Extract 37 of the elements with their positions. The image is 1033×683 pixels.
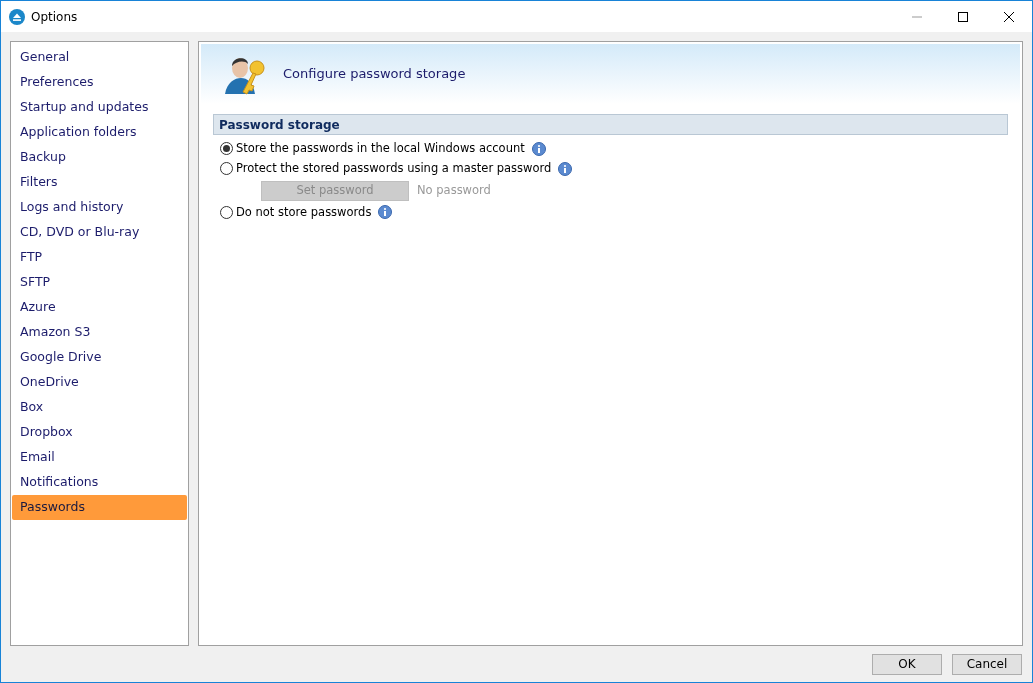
sidebar-item[interactable]: SFTP [12,270,187,295]
password-status: No password [417,181,491,199]
sidebar-item[interactable]: Google Drive [12,345,187,370]
dialog-button[interactable]: OK [872,653,942,675]
radio-label[interactable]: Do not store passwords [236,203,372,221]
info-icon[interactable] [378,205,393,220]
app-logo-icon [9,8,25,25]
sidebar-item[interactable]: Dropbox [12,420,187,445]
sidebar-item[interactable]: FTP [12,245,187,270]
section-header: Password storage [213,114,1008,135]
sidebar-item[interactable]: Passwords [12,495,187,520]
sidebar-item[interactable]: Filters [12,170,187,195]
radio-button[interactable] [220,162,233,176]
sidebar-item[interactable]: Startup and updates [12,95,187,120]
info-icon[interactable] [558,161,573,176]
sidebar-item[interactable]: Backup [12,145,187,170]
radio-label[interactable]: Protect the stored passwords using a master password [236,160,552,178]
sidebar-item[interactable]: Application folders [12,120,187,145]
radio-button[interactable] [220,142,233,156]
close-icon[interactable] [1004,11,1014,22]
header-title: Configure password storage [283,65,466,84]
sidebar-item[interactable]: Azure [12,295,187,320]
sidebar-item[interactable]: General [12,45,187,70]
info-icon[interactable] [531,141,546,156]
sidebar-item[interactable]: Notifications [12,470,187,495]
window-title: Options [31,8,78,26]
maximize-icon[interactable] [958,11,968,22]
sidebar-item[interactable]: Box [12,395,187,420]
sidebar-item[interactable]: OneDrive [12,370,187,395]
sidebar-item[interactable]: Logs and history [12,195,187,220]
dialog-button[interactable]: Cancel [952,653,1022,675]
sidebar-item[interactable]: Preferences [12,70,187,95]
radio-button[interactable] [220,205,233,219]
radio-label[interactable]: Store the passwords in the local Windows account [236,140,525,158]
sidebar-item[interactable]: CD, DVD or Blu-ray [12,220,187,245]
sidebar-item[interactable]: Amazon S3 [12,320,187,345]
sidebar-item[interactable]: Email [12,445,187,470]
